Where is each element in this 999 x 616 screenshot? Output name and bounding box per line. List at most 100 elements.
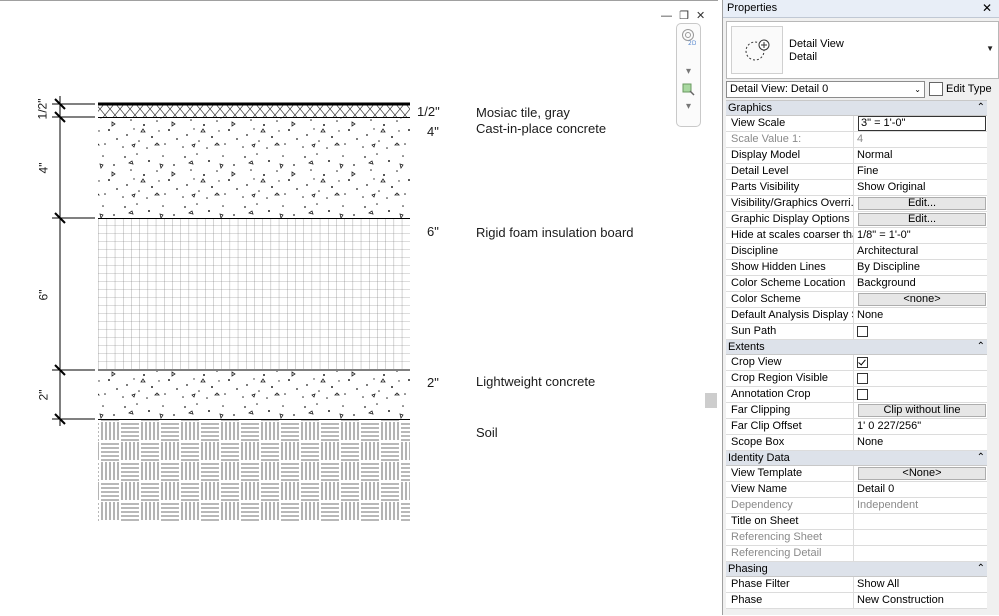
collapse-icon[interactable]: ⌃: [977, 562, 985, 576]
property-row[interactable]: Title on Sheet: [726, 514, 987, 530]
property-row[interactable]: View Template <None>: [726, 466, 987, 482]
property-name: Display Model: [726, 148, 854, 163]
group-header[interactable]: Identity Data ⌃: [726, 451, 987, 466]
dimension-string[interactable]: [52, 96, 95, 426]
property-value: 4: [857, 133, 864, 145]
property-value[interactable]: Show All: [854, 577, 987, 592]
layer-label-lightweight[interactable]: Lightweight concrete: [476, 374, 595, 389]
property-row[interactable]: Color Scheme Location Background: [726, 276, 987, 292]
checkbox[interactable]: [857, 373, 868, 384]
property-value[interactable]: By Discipline: [854, 260, 987, 275]
checkbox[interactable]: [857, 357, 868, 368]
property-value[interactable]: Show Original: [854, 180, 987, 195]
property-value[interactable]: [854, 514, 987, 529]
restore-icon[interactable]: ❐: [679, 10, 691, 22]
property-checkbox[interactable]: [854, 387, 987, 402]
group-header[interactable]: Phasing ⌃: [726, 562, 987, 577]
layer-label-concrete[interactable]: Cast-in-place concrete: [476, 121, 606, 136]
property-row[interactable]: Hide at scales coarser than 1/8" = 1'-0": [726, 228, 987, 244]
property-value[interactable]: Fine: [854, 164, 987, 179]
property-input[interactable]: 3" = 1'-0": [854, 116, 987, 131]
property-row[interactable]: Detail Level Fine: [726, 164, 987, 180]
collapse-icon[interactable]: ⌃: [977, 101, 985, 115]
group-header[interactable]: Graphics ⌃: [726, 101, 987, 116]
property-row[interactable]: Default Analysis Display S...None: [726, 308, 987, 324]
properties-scrollbar[interactable]: [988, 100, 997, 615]
property-row[interactable]: Crop View: [726, 355, 987, 371]
property-value[interactable]: Detail 0: [854, 482, 987, 497]
instance-filter-select[interactable]: Detail View: Detail 0 ⌄: [726, 81, 925, 98]
property-value[interactable]: None: [854, 435, 987, 450]
property-value[interactable]: 1/8" = 1'-0": [854, 228, 987, 243]
minimize-icon[interactable]: —: [661, 10, 674, 22]
navigation-bar: 2D ▾ ▾: [676, 23, 701, 127]
property-row[interactable]: Crop Region Visible: [726, 371, 987, 387]
property-row[interactable]: Scope Box None: [726, 435, 987, 451]
property-row[interactable]: Discipline Architectural: [726, 244, 987, 260]
property-name: Phase Filter: [726, 577, 854, 592]
close-icon[interactable]: ✕: [696, 10, 707, 22]
property-row[interactable]: Phase New Construction: [726, 593, 987, 609]
property-row[interactable]: View Scale 3" = 1'-0": [726, 116, 987, 132]
property-name: Title on Sheet: [726, 514, 854, 529]
property-row[interactable]: Display Model Normal: [726, 148, 987, 164]
property-row[interactable]: Referencing Detail: [726, 546, 987, 562]
chevron-down-icon[interactable]: ▾: [681, 101, 696, 112]
dimension-text-tile[interactable]: 1/2": [35, 99, 49, 120]
property-row[interactable]: Color Scheme <none>: [726, 292, 987, 308]
property-row[interactable]: Scale Value 1: 4: [726, 132, 987, 148]
group-header[interactable]: Extents ⌃: [726, 340, 987, 355]
property-row[interactable]: Visibility/Graphics Overri... Edit...: [726, 196, 987, 212]
property-button[interactable]: Edit...: [854, 212, 987, 227]
layer-label-soil[interactable]: Soil: [476, 425, 498, 440]
checkbox[interactable]: [857, 326, 868, 337]
checkbox[interactable]: [857, 389, 868, 400]
canvas-scrollbar-thumb[interactable]: [705, 393, 717, 408]
property-checkbox[interactable]: [854, 371, 987, 386]
type-selector[interactable]: Detail View Detail ▼: [726, 21, 999, 79]
property-name: Dependency: [726, 498, 854, 513]
property-checkbox[interactable]: [854, 324, 987, 339]
property-row[interactable]: View Name Detail 0: [726, 482, 987, 498]
thickness-label-concrete[interactable]: 4": [427, 124, 439, 139]
dimension-text-lightweight[interactable]: 2": [36, 390, 50, 401]
property-row[interactable]: Phase Filter Show All: [726, 577, 987, 593]
property-button[interactable]: <none>: [854, 292, 987, 307]
property-row[interactable]: Dependency Independent: [726, 498, 987, 514]
property-name: Default Analysis Display S...: [726, 308, 854, 323]
property-row[interactable]: Annotation Crop: [726, 387, 987, 403]
thickness-label-insulation[interactable]: 6": [427, 224, 439, 239]
dimension-text-concrete[interactable]: 4": [36, 163, 50, 174]
property-value[interactable]: Normal: [854, 148, 987, 163]
collapse-icon[interactable]: ⌃: [977, 451, 985, 465]
edit-type-button[interactable]: Edit Type: [929, 81, 992, 98]
chevron-down-icon[interactable]: ▾: [681, 66, 696, 77]
property-checkbox[interactable]: [854, 355, 987, 370]
collapse-icon[interactable]: ⌃: [977, 340, 985, 354]
property-row[interactable]: Far Clipping Clip without line: [726, 403, 987, 419]
property-button[interactable]: Edit...: [854, 196, 987, 211]
layer-label-tile[interactable]: Mosiac tile, gray: [476, 105, 570, 120]
thickness-label-tile[interactable]: 1/2": [417, 104, 440, 119]
property-button[interactable]: Clip without line: [854, 403, 987, 418]
property-value[interactable]: New Construction: [854, 593, 987, 608]
close-icon[interactable]: ✕: [982, 0, 992, 17]
property-value[interactable]: None: [854, 308, 987, 323]
property-name: Annotation Crop: [726, 387, 854, 402]
property-value[interactable]: 1' 0 227/256": [854, 419, 987, 434]
property-value[interactable]: Background: [854, 276, 987, 291]
layer-label-insulation[interactable]: Rigid foam insulation board: [476, 225, 634, 240]
property-row[interactable]: Sun Path: [726, 324, 987, 340]
property-row[interactable]: Referencing Sheet: [726, 530, 987, 546]
chevron-down-icon[interactable]: ▼: [986, 44, 994, 53]
property-row[interactable]: Graphic Display Options Edit...: [726, 212, 987, 228]
property-value[interactable]: Architectural: [854, 244, 987, 259]
property-row[interactable]: Parts Visibility Show Original: [726, 180, 987, 196]
dimension-text-insulation[interactable]: 6": [36, 290, 50, 301]
detail-view-canvas[interactable]: 1/2" 4" 6" 2" 1/2" 4" 6" 2" Mosiac tile,…: [0, 0, 718, 615]
chevron-down-icon: ⌄: [914, 85, 921, 94]
property-row[interactable]: Show Hidden Lines By Discipline: [726, 260, 987, 276]
property-button[interactable]: <None>: [854, 466, 987, 481]
thickness-label-lightweight[interactable]: 2": [427, 375, 439, 390]
property-row[interactable]: Far Clip Offset 1' 0 227/256": [726, 419, 987, 435]
